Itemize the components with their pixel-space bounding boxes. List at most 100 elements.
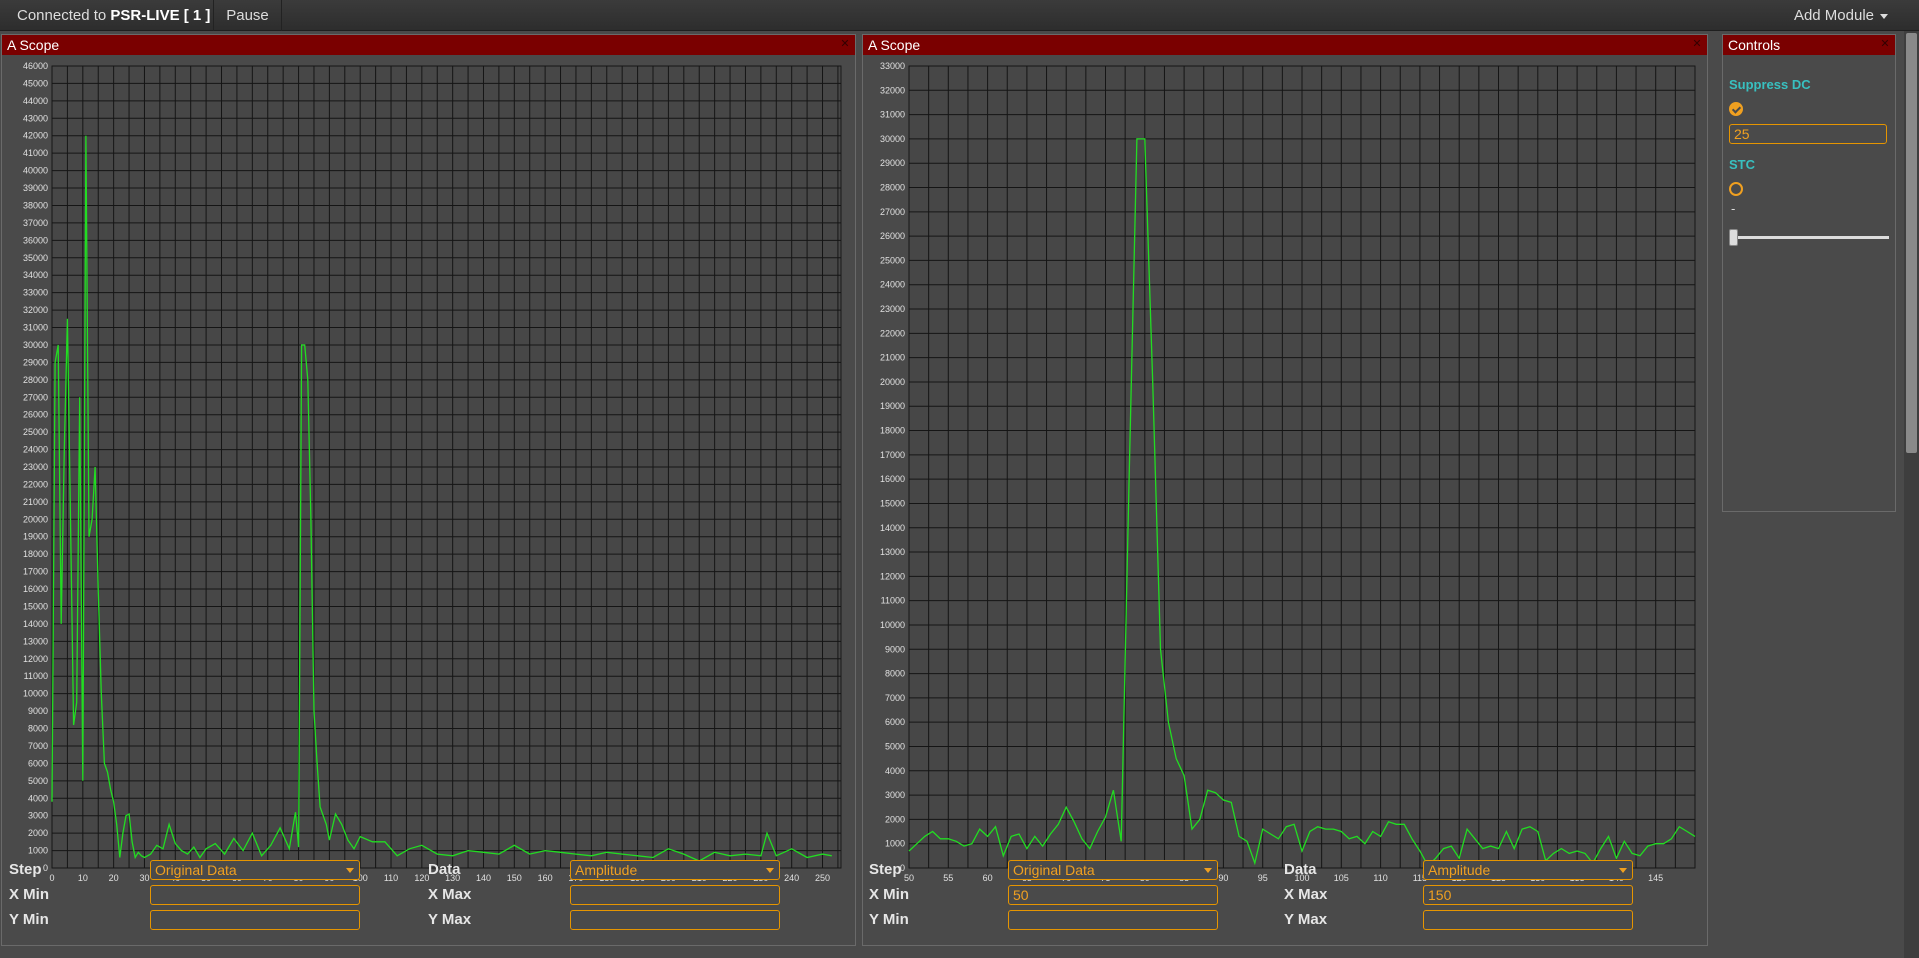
y-tick-label: 30000 (23, 340, 48, 350)
y-tick-label: 45000 (23, 78, 48, 88)
y-tick-label: 31000 (23, 323, 48, 333)
y-tick-label: 13000 (880, 547, 905, 557)
y-tick-label: 28000 (23, 375, 48, 385)
panel-title: Controls (1728, 37, 1781, 53)
panel-header: Controls ✕ (1723, 35, 1895, 55)
y-tick-label: 39000 (23, 183, 48, 193)
y-tick-label: 41000 (23, 148, 48, 158)
y-tick-label: 23000 (23, 462, 48, 472)
x-max-input[interactable]: 150 (1423, 885, 1633, 905)
y-tick-label: 11000 (24, 671, 48, 681)
y-min-input[interactable] (1008, 910, 1218, 930)
y-tick-label: 38000 (23, 200, 48, 210)
x-tick-label: 50 (904, 873, 914, 883)
x-min-input[interactable]: 50 (1008, 885, 1218, 905)
dropdown-arrow-icon (1204, 868, 1212, 873)
y-tick-label: 16000 (23, 584, 48, 594)
dropdown-arrow-icon (346, 868, 354, 873)
stc-slider-handle[interactable] (1729, 229, 1738, 246)
y-tick-label: 8000 (28, 724, 48, 734)
y-tick-label: 17000 (23, 567, 48, 577)
x-max-input[interactable] (570, 885, 780, 905)
x-tick-label: 160 (538, 873, 553, 883)
y-tick-label: 8000 (885, 669, 905, 679)
y-max-label: Y Max (1284, 911, 1328, 928)
close-icon[interactable]: ✕ (1878, 36, 1892, 52)
y-tick-label: 36000 (23, 235, 48, 245)
top-navbar: Connected to PSR-LIVE [ 1 ] Pause Add Mo… (0, 0, 1919, 31)
y-tick-label: 10000 (23, 689, 48, 699)
add-module-label: Add Module (1793, 7, 1874, 24)
x-min-label: X Min (869, 886, 909, 903)
x-tick-label: 110 (384, 873, 398, 883)
a-scope-panel-2: A Scope ✕ 0 1000 2000 3000 4000 5000 6000 7000 80… (862, 34, 1708, 946)
y-tick-label: 17000 (880, 450, 905, 460)
y-tick-label: 21000 (880, 353, 905, 363)
scope-chart-2: 0100020003000400050006000700080009000100… (880, 61, 1696, 883)
y-tick-label: 28000 (880, 183, 905, 193)
y-tick-label: 33000 (23, 288, 48, 298)
x-tick-label: 20 (109, 873, 119, 883)
y-tick-label: 2000 (28, 828, 48, 838)
caret-down-icon (1880, 13, 1888, 19)
y-tick-label: 20000 (880, 377, 905, 387)
scope-chart-1: 0100020003000400050006000700080009000100… (23, 61, 842, 883)
y-tick-label: 0 (43, 863, 48, 873)
step-select[interactable]: Original Data (150, 860, 360, 880)
y-tick-label: 44000 (23, 96, 48, 106)
close-icon[interactable]: ✕ (1690, 36, 1704, 52)
dropdown-arrow-icon (766, 868, 774, 873)
y-min-label: Y Min (869, 911, 909, 928)
y-tick-label: 35000 (23, 253, 48, 263)
suppress-dc-toggle[interactable] (1729, 102, 1743, 116)
y-tick-label: 40000 (23, 166, 48, 176)
x-min-label: X Min (9, 886, 49, 903)
y-tick-label: 26000 (880, 231, 905, 241)
y-max-input[interactable] (570, 910, 780, 930)
x-min-input[interactable] (150, 885, 360, 905)
connection-prefix: Connected to (17, 7, 107, 24)
data-select[interactable]: Amplitude (1423, 860, 1633, 880)
connection-status: Connected to PSR-LIVE [ 1 ] (17, 0, 210, 31)
y-max-input[interactable] (1423, 910, 1633, 930)
y-tick-label: 30000 (880, 134, 905, 144)
y-tick-label: 5000 (28, 776, 48, 786)
y-tick-label: 29000 (23, 357, 48, 367)
y-min-input[interactable] (150, 910, 360, 930)
y-tick-label: 32000 (23, 305, 48, 315)
x-tick-label: 0 (49, 873, 54, 883)
y-tick-label: 22000 (880, 328, 905, 338)
pause-button[interactable]: Pause (213, 0, 282, 31)
y-tick-label: 3000 (885, 790, 905, 800)
stc-toggle[interactable] (1729, 182, 1743, 196)
page-scrollbar[interactable] (1904, 31, 1919, 958)
stc-slider-track[interactable] (1731, 236, 1889, 239)
data-select-value: Amplitude (575, 862, 638, 878)
y-tick-label: 4000 (28, 793, 48, 803)
y-tick-label: 10000 (880, 620, 905, 630)
add-module-dropdown[interactable]: Add Module (1794, 0, 1888, 31)
x-tick-label: 145 (1648, 873, 1663, 883)
scrollbar-thumb[interactable] (1906, 33, 1917, 453)
data-select[interactable]: Amplitude (570, 860, 780, 880)
x-max-label: X Max (1284, 886, 1328, 903)
y-tick-label: 7000 (28, 741, 48, 751)
controls-panel: Controls ✕ Suppress DC 25 STC - (1722, 34, 1896, 512)
y-tick-label: 3000 (28, 811, 48, 821)
y-tick-label: 20000 (23, 514, 48, 524)
y-tick-label: 25000 (880, 255, 905, 265)
x-tick-label: 110 (1373, 873, 1387, 883)
y-tick-label: 19000 (880, 401, 905, 411)
y-tick-label: 9000 (28, 706, 48, 716)
stc-label: STC (1729, 157, 1755, 172)
step-select[interactable]: Original Data (1008, 860, 1218, 880)
close-icon[interactable]: ✕ (838, 36, 852, 52)
x-tick-label: 140 (476, 873, 491, 883)
step-label: Step (9, 861, 42, 878)
suppress-dc-input[interactable]: 25 (1729, 124, 1887, 144)
stc-dash: - (1731, 201, 1736, 216)
y-tick-label: 42000 (23, 131, 48, 141)
x-tick-label: 250 (815, 873, 830, 883)
y-tick-label: 33000 (880, 61, 905, 71)
step-label: Step (869, 861, 902, 878)
